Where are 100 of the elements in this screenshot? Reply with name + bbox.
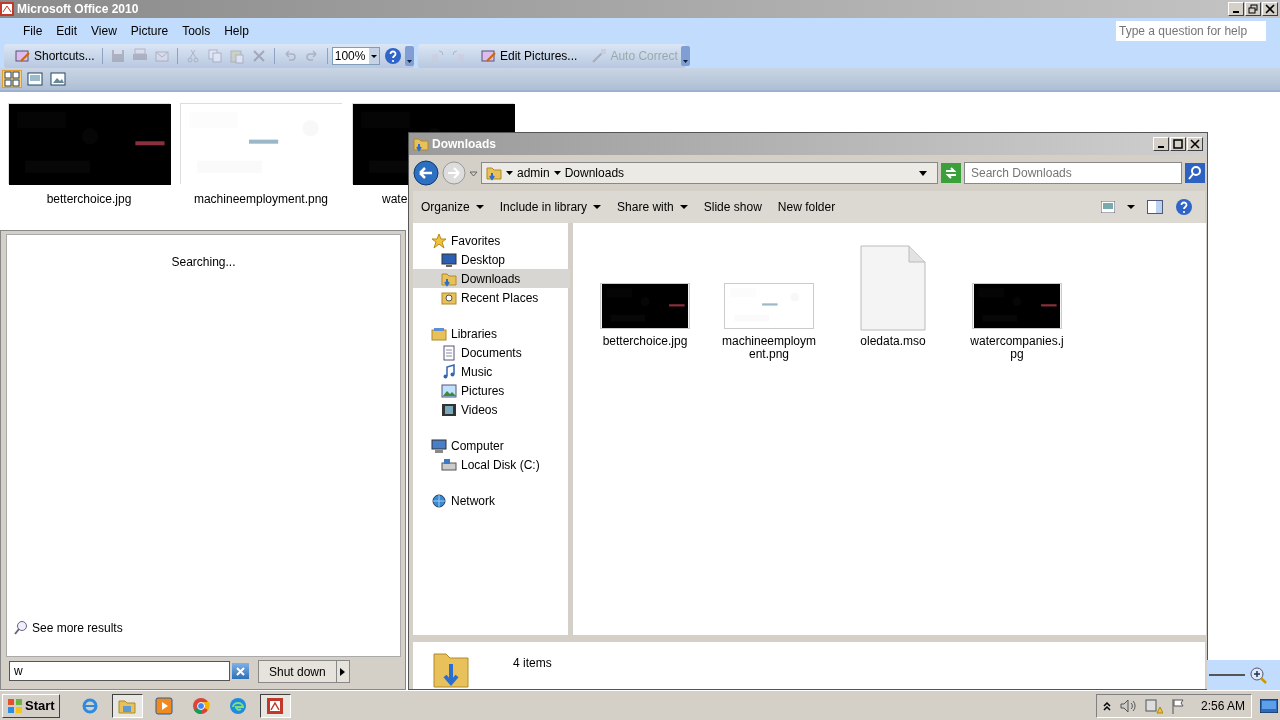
command-button[interactable]: Include in library bbox=[499, 198, 602, 216]
documents-icon bbox=[441, 344, 457, 361]
help-icon[interactable] bbox=[1175, 198, 1193, 216]
nav-item[interactable]: Documents bbox=[413, 343, 570, 362]
nav-item[interactable]: Libraries bbox=[413, 324, 570, 343]
nav-item[interactable]: Pictures bbox=[413, 381, 570, 400]
wand-icon bbox=[591, 48, 608, 64]
breadcrumb-item[interactable]: Downloads bbox=[553, 164, 625, 182]
thumbnails-icon bbox=[4, 71, 20, 87]
chevron-up-icon[interactable] bbox=[1102, 700, 1111, 711]
search-field[interactable]: w bbox=[9, 661, 230, 681]
show-desktop-icon[interactable] bbox=[1260, 698, 1278, 713]
thumbnail-label: machineemployment.png bbox=[193, 191, 329, 208]
caret-icon bbox=[679, 205, 688, 209]
taskbar-app[interactable] bbox=[111, 693, 143, 718]
toolbar-options-icon[interactable] bbox=[680, 46, 690, 66]
menu-item[interactable]: Help bbox=[217, 22, 256, 40]
clear-button[interactable] bbox=[232, 663, 249, 679]
minimize-button[interactable] bbox=[1228, 2, 1244, 16]
nav-item[interactable]: Desktop bbox=[413, 250, 570, 269]
windows-logo-icon bbox=[7, 697, 23, 714]
file-name[interactable]: machineemployment.png bbox=[719, 335, 819, 361]
command-button[interactable]: New folder bbox=[777, 198, 836, 216]
window-title: Microsoft Office 2010 bbox=[17, 1, 139, 18]
recent-places-icon bbox=[441, 289, 457, 306]
file-name[interactable]: watercompanies.jpg bbox=[967, 335, 1067, 361]
folder-icon bbox=[413, 136, 429, 152]
speaker-icon[interactable] bbox=[1118, 697, 1137, 714]
history-dropdown-icon[interactable] bbox=[469, 168, 478, 178]
nav-item[interactable]: Favorites bbox=[413, 231, 570, 250]
start-button[interactable]: Start bbox=[2, 693, 60, 718]
search-button[interactable] bbox=[1185, 163, 1205, 183]
star-icon bbox=[431, 232, 447, 249]
close-button[interactable] bbox=[1262, 2, 1278, 16]
file-name[interactable]: betterchoice.jpg bbox=[595, 335, 695, 348]
toolbar-button[interactable]: Edit Pictures... bbox=[478, 46, 581, 66]
disk-icon bbox=[441, 456, 457, 473]
nav-item[interactable]: Music bbox=[413, 362, 570, 381]
see-more-link[interactable]: See more results bbox=[13, 619, 123, 637]
item-count: 4 items bbox=[513, 655, 552, 672]
caret-icon bbox=[553, 171, 561, 175]
command-button[interactable]: Slide show bbox=[703, 198, 762, 216]
search-field[interactable]: Search Downloads bbox=[964, 162, 1182, 184]
view-button[interactable] bbox=[25, 70, 45, 88]
command-button[interactable]: Organize bbox=[421, 198, 484, 216]
filmstrip-icon bbox=[27, 71, 43, 87]
nav-item[interactable]: Videos bbox=[413, 400, 570, 419]
command-button[interactable]: Share with bbox=[617, 198, 688, 216]
close-button[interactable] bbox=[1187, 137, 1203, 151]
view-button[interactable] bbox=[48, 70, 68, 88]
network-icon bbox=[431, 492, 447, 509]
help-field[interactable]: Type a question for help bbox=[1116, 21, 1266, 41]
nav-item[interactable]: Recent Places bbox=[413, 288, 570, 307]
single-picture-icon bbox=[50, 71, 66, 87]
flag-icon[interactable] bbox=[1170, 697, 1185, 714]
nav-item[interactable]: Computer bbox=[413, 436, 570, 455]
shortcut-icon bbox=[15, 48, 31, 64]
close-icon bbox=[236, 666, 245, 676]
minimize-button[interactable] bbox=[1153, 137, 1169, 151]
menu-item[interactable]: Edit bbox=[49, 22, 85, 40]
toolbar-button[interactable]: Shortcuts... bbox=[12, 46, 98, 66]
close-icon bbox=[1265, 4, 1275, 14]
videos-icon bbox=[441, 401, 457, 418]
chrome-icon bbox=[192, 696, 211, 715]
menu-item[interactable]: File bbox=[16, 22, 50, 40]
caret-icon bbox=[475, 205, 484, 209]
taskbar-app[interactable] bbox=[259, 693, 291, 718]
maximize-button[interactable] bbox=[1170, 137, 1186, 151]
view-button[interactable] bbox=[2, 70, 22, 88]
address-bar[interactable]: admin Downloads bbox=[481, 162, 938, 184]
zoom-dropdown[interactable]: 100% bbox=[331, 47, 380, 65]
nav-item[interactable]: Network bbox=[413, 491, 570, 510]
menu-item[interactable]: Picture bbox=[123, 22, 176, 40]
toolbar-options-icon[interactable] bbox=[405, 46, 414, 66]
restore-icon bbox=[1248, 4, 1258, 14]
breadcrumb-item[interactable]: admin bbox=[506, 164, 550, 182]
pictures-icon bbox=[441, 382, 457, 399]
document-icon bbox=[860, 245, 926, 331]
status-text: Searching... bbox=[170, 254, 237, 271]
view-options-icon[interactable] bbox=[1101, 201, 1115, 213]
nav-item[interactable]: Downloads bbox=[413, 269, 570, 288]
back-button[interactable] bbox=[413, 160, 439, 186]
desktop-icon bbox=[441, 251, 457, 268]
music-icon bbox=[441, 363, 457, 380]
caret-icon bbox=[340, 667, 346, 676]
preview-pane-icon[interactable] bbox=[1147, 200, 1163, 214]
address-dropdown-icon[interactable] bbox=[919, 170, 927, 176]
computer-icon bbox=[431, 437, 447, 454]
refresh-button[interactable] bbox=[941, 163, 961, 183]
zoom-in-icon[interactable] bbox=[1249, 666, 1267, 684]
restore-button[interactable] bbox=[1245, 2, 1261, 16]
nav-item[interactable]: Local Disk (C:) bbox=[413, 455, 570, 474]
help-icon[interactable] bbox=[383, 47, 402, 65]
file-name[interactable]: oledata.mso bbox=[843, 335, 943, 348]
menu-item[interactable]: View bbox=[84, 22, 124, 40]
menu-item[interactable]: Tools bbox=[175, 22, 218, 40]
caret-icon[interactable] bbox=[1127, 205, 1135, 209]
minimize-icon bbox=[1233, 11, 1239, 13]
thumbnail-label: betterchoice.jpg bbox=[46, 191, 132, 208]
caret-icon bbox=[506, 171, 513, 175]
